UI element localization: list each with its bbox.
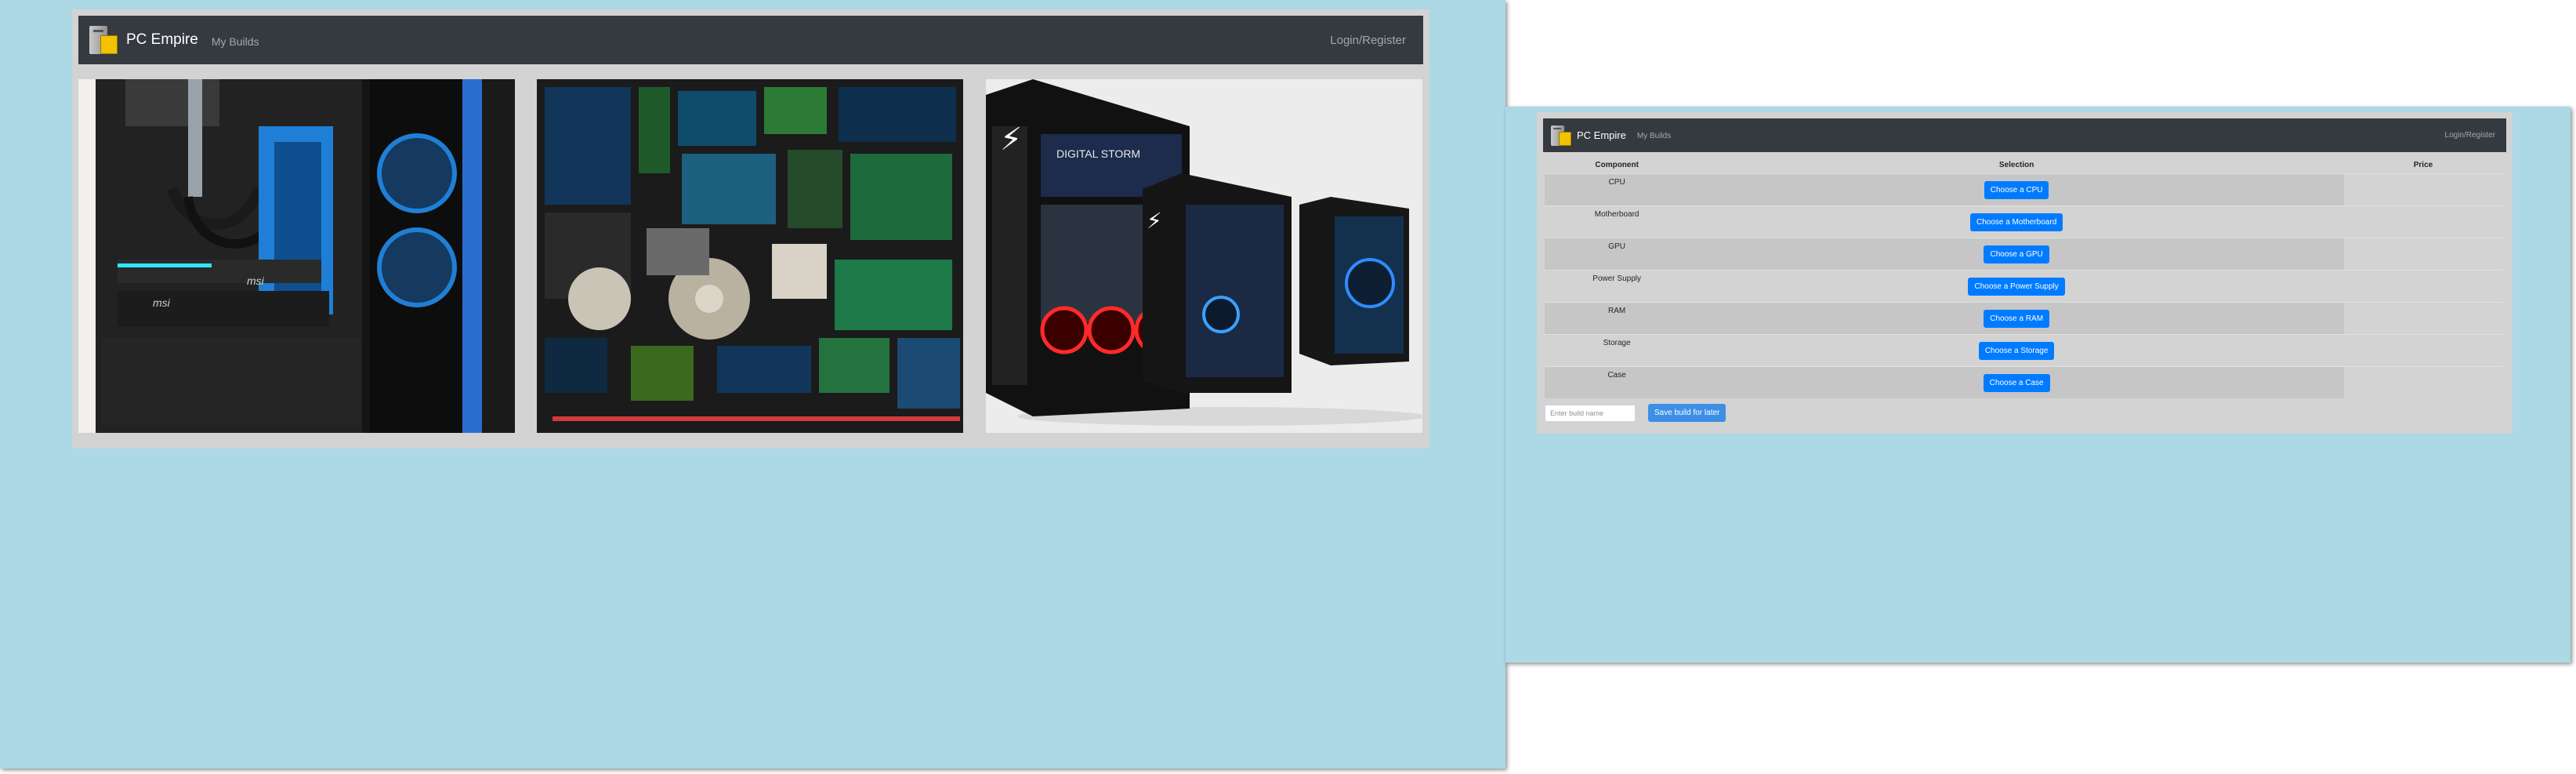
carousel-image-components <box>537 79 963 433</box>
table-row: Case Choose a Case <box>1545 366 2502 399</box>
component-name: Power Supply <box>1592 274 1641 283</box>
component-name: Motherboard <box>1594 210 1639 219</box>
component-name: CPU <box>1608 178 1625 187</box>
table-row: CPU Choose a CPU <box>1545 173 2502 206</box>
navbar: PC Empire My Builds Login/Register <box>1543 118 2506 152</box>
pc-tower-logo-icon[interactable] <box>1551 125 1571 146</box>
photo-msi-label-2: msi <box>247 274 265 287</box>
component-name: GPU <box>1608 242 1625 251</box>
brand-name[interactable]: PC Empire <box>1577 129 1626 141</box>
home-card: PC Empire My Builds Login/Register msi m… <box>72 9 1429 449</box>
choose-case-button[interactable]: Choose a Case <box>1983 373 2050 392</box>
table-header-row: Component Selection Price <box>1545 156 2502 174</box>
choose-cpu-button[interactable]: Choose a CPU <box>1984 180 2049 199</box>
price-cell <box>2344 367 2502 399</box>
price-cell <box>2344 271 2502 303</box>
photo-digital-storm-label: DIGITAL STORM <box>1056 147 1140 160</box>
price-cell <box>2344 174 2502 206</box>
navbar: PC Empire My Builds Login/Register <box>78 16 1423 64</box>
column-header-component: Component <box>1595 160 1639 169</box>
nav-my-builds[interactable]: My Builds <box>212 35 259 48</box>
component-name: Case <box>1607 371 1626 380</box>
choose-ram-button[interactable]: Choose a RAM <box>1984 309 2050 328</box>
choose-motherboard-button[interactable]: Choose a Motherboard <box>1969 213 2063 231</box>
table-row: Power Supply Choose a Power Supply <box>1545 270 2502 303</box>
build-table: Component Selection Price CPU Choose a C… <box>1545 156 2502 398</box>
nav-login-register[interactable]: Login/Register <box>1330 34 1406 47</box>
photo-bolt-mark: ⚡ <box>1000 122 1022 158</box>
choose-gpu-button[interactable]: Choose a GPU <box>1984 245 2049 263</box>
choose-power-supply-button[interactable]: Choose a Power Supply <box>1968 277 2065 296</box>
column-header-price: Price <box>2413 160 2433 169</box>
photo-bolt-mark-2: ⚡ <box>1147 208 1162 234</box>
nav-login-register[interactable]: Login/Register <box>2445 131 2495 140</box>
component-name: Storage <box>1603 339 1631 347</box>
price-cell <box>2344 206 2502 238</box>
build-window: PC Empire My Builds Login/Register Compo… <box>1505 107 2571 663</box>
home-window: PC Empire My Builds Login/Register msi m… <box>0 0 1505 769</box>
save-build-row: Save build for later <box>1545 404 1726 422</box>
price-cell <box>2344 303 2502 335</box>
table-row: Motherboard Choose a Motherboard <box>1545 205 2502 238</box>
build-name-input[interactable] <box>1545 404 1636 422</box>
table-row: Storage Choose a Storage <box>1545 334 2502 367</box>
brand-name[interactable]: PC Empire <box>126 31 198 49</box>
table-row: GPU Choose a GPU <box>1545 238 2502 271</box>
price-cell <box>2344 238 2502 271</box>
photo-msi-label: msi <box>153 296 171 309</box>
pc-tower-logo-icon[interactable] <box>89 26 118 54</box>
carousel-image-open-case: msi msi <box>78 79 515 433</box>
carousel-image-gaming-pcs: ⚡ DIGITAL STORM ⚡ <box>986 79 1422 433</box>
component-name: RAM <box>1608 307 1626 315</box>
choose-storage-button[interactable]: Choose a Storage <box>1978 341 2055 360</box>
save-build-button[interactable]: Save build for later <box>1648 404 1726 422</box>
price-cell <box>2344 335 2502 367</box>
table-row: RAM Choose a RAM <box>1545 302 2502 335</box>
build-card: PC Empire My Builds Login/Register Compo… <box>1537 112 2513 434</box>
column-header-selection: Selection <box>1998 160 2034 169</box>
nav-my-builds[interactable]: My Builds <box>1637 132 1671 140</box>
